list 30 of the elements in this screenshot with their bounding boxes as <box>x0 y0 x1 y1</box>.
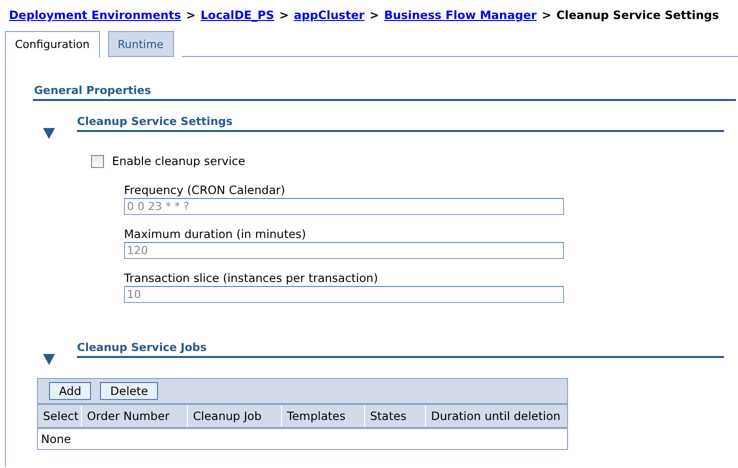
breadcrumb-current: Cleanup Service Settings <box>556 8 720 22</box>
table-cell-text: None <box>40 431 72 448</box>
column-header: Cleanup Job <box>188 405 282 427</box>
breadcrumb-separator: > <box>186 8 196 22</box>
section-heading: Cleanup Service Jobs <box>77 341 724 358</box>
column-header: Duration until deletion <box>430 408 562 425</box>
column-header: Order Number <box>82 405 188 427</box>
section-heading: Cleanup Service Settings <box>77 115 724 132</box>
column-header: States <box>365 405 426 427</box>
triangle-icon[interactable] <box>43 128 55 139</box>
field-label: Maximum duration (in minutes) <box>124 227 308 241</box>
checkbox-label: Enable cleanup service <box>112 154 246 168</box>
toolbar-button[interactable]: Delete <box>100 382 158 400</box>
breadcrumb-link[interactable]: Deployment Environments <box>9 8 181 22</box>
breadcrumb-separator: > <box>279 8 289 22</box>
breadcrumb-separator: > <box>369 8 380 22</box>
breadcrumb-separator: > <box>542 8 552 22</box>
column-header: Templates <box>282 405 365 427</box>
tab[interactable]: Configuration <box>5 31 100 58</box>
breadcrumb-link[interactable]: appCluster <box>294 8 364 22</box>
field-label: Frequency (CRON Calendar) <box>124 183 286 197</box>
section-heading: General Properties <box>33 84 736 101</box>
checkbox[interactable] <box>91 154 104 168</box>
toolbar-button[interactable]: Add <box>49 382 92 400</box>
triangle-icon[interactable] <box>43 354 55 365</box>
breadcrumb-link[interactable]: Business Flow Manager <box>384 8 537 22</box>
column-header: Select <box>38 405 82 427</box>
tab[interactable]: Runtime <box>108 31 174 57</box>
breadcrumb-link[interactable]: LocalDE_PS <box>200 8 274 22</box>
field-label: Transaction slice (instances per transaction) <box>124 271 379 285</box>
